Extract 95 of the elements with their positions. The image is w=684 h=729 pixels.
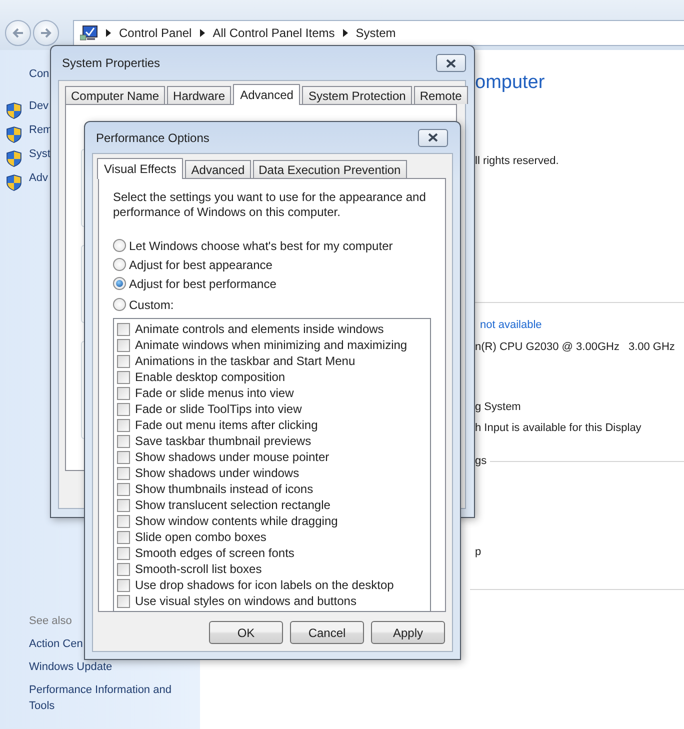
- checkbox-label[interactable]: Save taskbar thumbnail previews: [135, 434, 312, 448]
- system-type-value: g System: [475, 400, 522, 415]
- dialog-button[interactable]: Cancel: [290, 621, 364, 644]
- checkbox-label[interactable]: Smooth edges of screen fonts: [135, 546, 294, 560]
- arrow-left-icon: [12, 28, 24, 38]
- sidebar-link[interactable]: Dev: [29, 98, 49, 114]
- radio-label[interactable]: Adjust for best appearance: [129, 258, 272, 272]
- radio-button[interactable]: [113, 277, 126, 290]
- checkbox[interactable]: [117, 578, 130, 592]
- checkbox[interactable]: [117, 562, 130, 576]
- close-icon: [446, 58, 456, 68]
- sidebar-link[interactable]: Syst: [29, 146, 50, 162]
- checkbox[interactable]: [117, 354, 130, 368]
- radio-button[interactable]: [113, 258, 126, 271]
- checkbox-label[interactable]: Show shadows under windows: [135, 466, 300, 480]
- breadcrumb[interactable]: System: [356, 26, 396, 40]
- checkbox-label[interactable]: Animate controls and elements inside windows: [135, 322, 384, 336]
- checkbox[interactable]: [117, 434, 130, 448]
- checkbox-label[interactable]: Smooth-scroll list boxes: [135, 562, 262, 576]
- radio-label[interactable]: Let Windows choose what's best for my computer: [129, 238, 393, 252]
- tab[interactable]: Advanced: [185, 160, 251, 178]
- rating-link[interactable]: not available: [480, 317, 542, 333]
- checkbox[interactable]: [117, 466, 130, 480]
- tab[interactable]: Remote: [414, 86, 468, 104]
- checkbox[interactable]: [117, 498, 130, 512]
- checkbox-label[interactable]: Show thumbnails instead of icons: [135, 482, 314, 496]
- checkbox[interactable]: [117, 530, 130, 544]
- tab[interactable]: Data Execution Prevention: [252, 160, 407, 178]
- checkbox[interactable]: [117, 546, 130, 560]
- tab[interactable]: Computer Name: [65, 86, 166, 104]
- setting-text: p: [475, 545, 482, 560]
- forward-button[interactable]: [33, 20, 59, 46]
- tab[interactable]: Visual Effects: [97, 158, 184, 179]
- tab[interactable]: System Protection: [302, 86, 412, 104]
- sidebar-link[interactable]: Action Cen: [29, 636, 83, 652]
- chevron-icon: [342, 29, 348, 37]
- section-heading: gs: [475, 454, 487, 469]
- back-button[interactable]: [5, 20, 31, 46]
- shield-icon: [6, 102, 22, 118]
- window-title: Performance Options: [96, 130, 210, 144]
- radio-label[interactable]: Custom:: [129, 298, 174, 312]
- close-button[interactable]: [436, 54, 466, 72]
- chevron-icon: [106, 29, 111, 37]
- checkbox-label[interactable]: Enable desktop composition: [135, 370, 286, 384]
- checkbox-label[interactable]: Fade or slide menus into view: [135, 386, 294, 400]
- checkbox-label[interactable]: Fade out menu items after clicking: [135, 418, 318, 432]
- chevron-icon: [200, 29, 205, 37]
- sidebar-link[interactable]: Adv: [29, 170, 48, 186]
- checkbox[interactable]: [117, 418, 130, 432]
- checkbox-label[interactable]: Show translucent selection rectangle: [135, 498, 330, 512]
- close-icon: [428, 133, 438, 142]
- description-text: Select the settings you want to use for the appearance and performance of Windows on this computer.: [113, 190, 427, 220]
- close-button[interactable]: [418, 128, 448, 146]
- checkbox-label[interactable]: Fade or slide ToolTips into view: [135, 402, 302, 416]
- checkbox-label[interactable]: Animate windows when minimizing and maximizing: [135, 338, 408, 352]
- window-title: System Properties: [62, 56, 160, 70]
- processor-speed: 3.00 GHz: [628, 340, 675, 355]
- checkbox[interactable]: [117, 450, 130, 464]
- shield-icon: [6, 126, 22, 142]
- checkbox-label[interactable]: Show window contents while dragging: [135, 514, 338, 528]
- checkbox[interactable]: [117, 370, 130, 384]
- tab[interactable]: Hardware: [167, 86, 232, 104]
- checkbox[interactable]: [117, 482, 130, 496]
- radio-button[interactable]: [113, 298, 126, 311]
- checkbox[interactable]: [117, 386, 130, 400]
- checkbox[interactable]: [117, 514, 130, 528]
- sidebar-link[interactable]: Con: [29, 66, 50, 82]
- address-bar[interactable]: Control Panel All Control Panel Items System: [73, 20, 684, 46]
- breadcrumb[interactable]: All Control Panel Items: [212, 26, 335, 40]
- copyright-text: ll rights reserved.: [475, 154, 560, 169]
- checkbox-label[interactable]: Use visual styles on windows and buttons: [135, 594, 356, 608]
- tab[interactable]: Advanced: [233, 84, 300, 105]
- breadcrumb[interactable]: Control Panel: [119, 26, 192, 40]
- shield-icon: [6, 150, 22, 166]
- processor-value: n(R) CPU G2030 @ 3.00GHz: [475, 340, 620, 355]
- section-heading: See also: [29, 614, 72, 629]
- checkbox-label[interactable]: Animations in the taskbar and Start Menu: [135, 354, 356, 368]
- dialog-button[interactable]: Apply: [371, 621, 445, 644]
- checkbox-label[interactable]: Show shadows under mouse pointer: [135, 450, 330, 464]
- page-heading: omputer: [475, 71, 546, 95]
- checkbox[interactable]: [117, 402, 130, 416]
- sidebar-link[interactable]: Windows Update: [29, 659, 112, 675]
- computer-icon: [80, 25, 98, 41]
- checkbox-label[interactable]: Use drop shadows for icon labels on the desktop: [135, 578, 394, 592]
- pen-touch-value: h Input is available for this Display: [475, 421, 642, 436]
- radio-label[interactable]: Adjust for best performance: [129, 276, 276, 290]
- checkbox-label[interactable]: Slide open combo boxes: [135, 530, 266, 544]
- checkbox[interactable]: [117, 338, 130, 352]
- arrow-right-icon: [40, 28, 52, 38]
- radio-button[interactable]: [113, 239, 126, 252]
- dialog-button[interactable]: OK: [209, 621, 283, 644]
- shield-icon: [6, 174, 22, 190]
- checkbox[interactable]: [117, 594, 130, 608]
- checkbox[interactable]: [117, 322, 130, 336]
- sidebar-link[interactable]: Performance Information and Tools: [29, 682, 175, 714]
